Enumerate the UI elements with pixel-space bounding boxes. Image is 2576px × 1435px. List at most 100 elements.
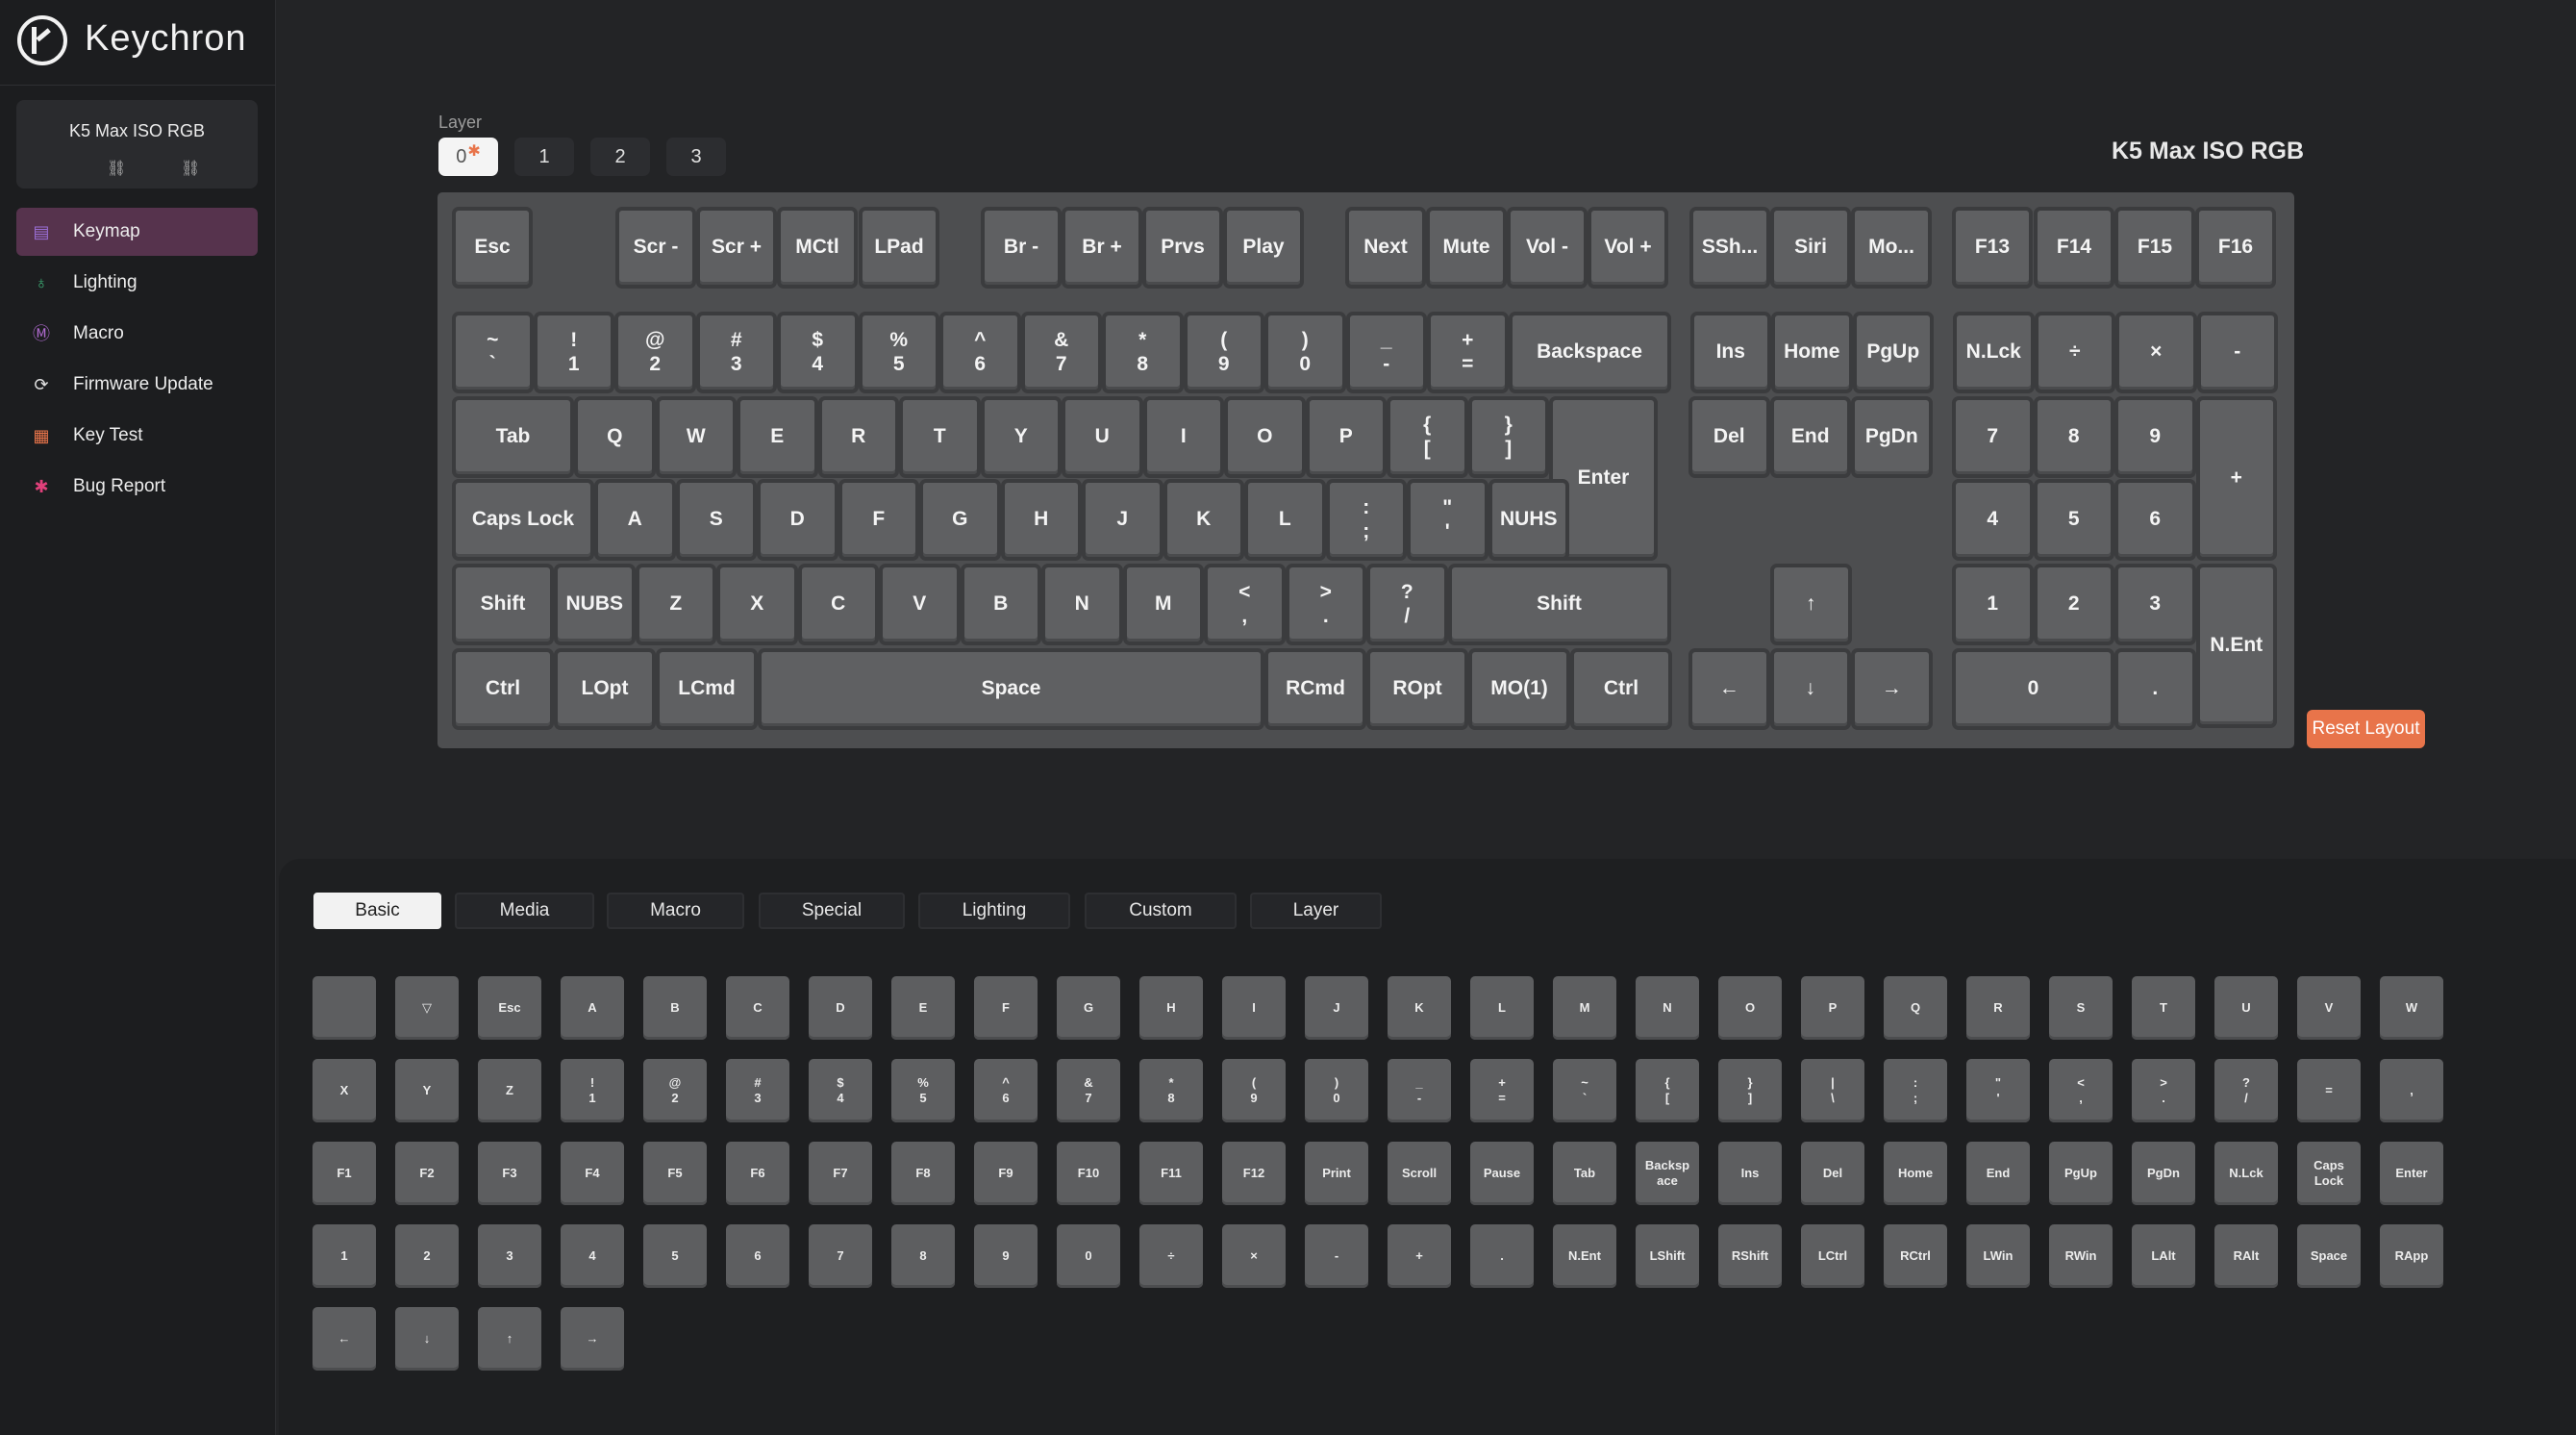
key-mo[interactable]: Mo... xyxy=(1851,207,1932,289)
palette-key-r[interactable]: R xyxy=(1966,976,2030,1040)
sidebar-item-macro[interactable]: Ⓜ Macro xyxy=(16,310,258,358)
palette-key-tab[interactable]: Tab xyxy=(1553,1142,1616,1205)
palette-key-pgup[interactable]: PgUp xyxy=(2049,1142,2113,1205)
palette-key-symbol[interactable]: → xyxy=(561,1307,624,1371)
key-ins[interactable]: Ins xyxy=(1689,312,1771,393)
key-br[interactable]: Br - xyxy=(981,207,1062,289)
key-backspace[interactable]: Backspace xyxy=(1508,312,1671,393)
key-5[interactable]: 5 xyxy=(2033,479,2114,561)
key-7[interactable]: 7 xyxy=(1952,396,2034,478)
key-1[interactable]: ! 1 xyxy=(533,312,614,393)
key-f[interactable]: F xyxy=(838,479,919,561)
key-nubs[interactable]: NUBS xyxy=(554,564,636,645)
key-0[interactable]: ) 0 xyxy=(1264,312,1346,393)
key-a[interactable]: A xyxy=(594,479,676,561)
palette-key-c[interactable]: C xyxy=(726,976,789,1040)
palette-key-caps-lock[interactable]: Caps Lock xyxy=(2297,1142,2361,1205)
palette-key-symbol[interactable]: + = xyxy=(1470,1059,1534,1122)
palette-key-f4[interactable]: F4 xyxy=(561,1142,624,1205)
palette-key-3[interactable]: # 3 xyxy=(726,1059,789,1122)
palette-key-s[interactable]: S xyxy=(2049,976,2113,1040)
palette-key-0[interactable]: ) 0 xyxy=(1305,1059,1368,1122)
key-3[interactable]: 3 xyxy=(2114,564,2196,645)
palette-key-7[interactable]: 7 xyxy=(809,1224,872,1288)
sidebar-item-firmware-update[interactable]: ⟳ Firmware Update xyxy=(16,361,258,409)
palette-key-2[interactable]: @ 2 xyxy=(643,1059,707,1122)
palette-key-9[interactable]: ( 9 xyxy=(1222,1059,1286,1122)
key-ropt[interactable]: ROpt xyxy=(1366,648,1468,730)
layer-button-0[interactable]: 0✱ xyxy=(438,138,498,176)
palette-key-1[interactable]: ! 1 xyxy=(561,1059,624,1122)
palette-key-e[interactable]: E xyxy=(891,976,955,1040)
palette-key-x[interactable]: X xyxy=(313,1059,376,1122)
key-4[interactable]: $ 4 xyxy=(777,312,859,393)
key-f16[interactable]: F16 xyxy=(2195,207,2276,289)
palette-key-n[interactable]: N xyxy=(1636,976,1699,1040)
palette-key-v[interactable]: V xyxy=(2297,976,2361,1040)
tab-basic[interactable]: Basic xyxy=(313,893,441,929)
key-siri[interactable]: Siri xyxy=(1770,207,1851,289)
palette-key-lwin[interactable]: LWin xyxy=(1966,1224,2030,1288)
key-symbol[interactable]: _ - xyxy=(1345,312,1427,393)
sidebar-item-keymap[interactable]: ▤ Keymap xyxy=(16,208,258,256)
palette-key-f12[interactable]: F12 xyxy=(1222,1142,1286,1205)
key-next[interactable]: Next xyxy=(1345,207,1426,289)
key-mute[interactable]: Mute xyxy=(1426,207,1507,289)
palette-key-symbol[interactable]: " ' xyxy=(1966,1059,2030,1122)
key-symbol[interactable]: → xyxy=(1851,648,1933,730)
key-1[interactable]: 1 xyxy=(1952,564,2034,645)
palette-key-0[interactable]: 0 xyxy=(1057,1224,1120,1288)
palette-key-space[interactable]: Space xyxy=(2297,1224,2361,1288)
palette-key-lctrl[interactable]: LCtrl xyxy=(1801,1224,1864,1288)
palette-key-j[interactable]: J xyxy=(1305,976,1368,1040)
key-lpad[interactable]: LPad xyxy=(859,207,939,289)
key-j[interactable]: J xyxy=(1082,479,1163,561)
key-lcmd[interactable]: LCmd xyxy=(656,648,758,730)
palette-key-pgdn[interactable]: PgDn xyxy=(2132,1142,2195,1205)
palette-key-lalt[interactable]: LAlt xyxy=(2132,1224,2195,1288)
palette-key-symbol[interactable]: _ - xyxy=(1388,1059,1451,1122)
key-w[interactable]: W xyxy=(655,396,737,478)
key-3[interactable]: # 3 xyxy=(695,312,777,393)
palette-key-ins[interactable]: Ins xyxy=(1718,1142,1782,1205)
tab-layer[interactable]: Layer xyxy=(1250,893,1382,929)
key-b[interactable]: B xyxy=(960,564,1041,645)
palette-key-q[interactable]: Q xyxy=(1884,976,1947,1040)
palette-key-4[interactable]: $ 4 xyxy=(809,1059,872,1122)
key-symbol[interactable]: { [ xyxy=(1387,396,1468,478)
palette-key-rapp[interactable]: RApp xyxy=(2380,1224,2443,1288)
palette-key-symbol[interactable]: < , xyxy=(2049,1059,2113,1122)
palette-key-l[interactable]: L xyxy=(1470,976,1534,1040)
palette-key-2[interactable]: 2 xyxy=(395,1224,459,1288)
device-card[interactable]: K5 Max ISO RGB ⛓ ⛓ xyxy=(16,100,258,189)
key-symbol[interactable]: ↑ xyxy=(1770,564,1852,645)
key-scr[interactable]: Scr - xyxy=(615,207,696,289)
palette-key-h[interactable]: H xyxy=(1139,976,1203,1040)
palette-key-symbol[interactable]: ? / xyxy=(2214,1059,2278,1122)
key-pgdn[interactable]: PgDn xyxy=(1851,396,1933,478)
key-symbol[interactable]: ← xyxy=(1688,648,1770,730)
palette-key-i[interactable]: I xyxy=(1222,976,1286,1040)
tab-special[interactable]: Special xyxy=(759,893,905,929)
palette-key-7[interactable]: & 7 xyxy=(1057,1059,1120,1122)
key-tab[interactable]: Tab xyxy=(452,396,574,478)
key-x[interactable]: X xyxy=(716,564,798,645)
palette-key-symbol[interactable]: ~ ` xyxy=(1553,1059,1616,1122)
layer-button-2[interactable]: 2 xyxy=(590,138,650,176)
palette-key-symbol[interactable]: ▽ xyxy=(395,976,459,1040)
key-5[interactable]: % 5 xyxy=(858,312,939,393)
palette-key-del[interactable]: Del xyxy=(1801,1142,1864,1205)
key-symbol[interactable]: . xyxy=(2114,648,2196,730)
palette-key-symbol[interactable]: > . xyxy=(2132,1059,2195,1122)
palette-key-f5[interactable]: F5 xyxy=(643,1142,707,1205)
palette-key-n-ent[interactable]: N.Ent xyxy=(1553,1224,1616,1288)
key-shift[interactable]: Shift xyxy=(452,564,554,645)
key-d[interactable]: D xyxy=(757,479,838,561)
key-4[interactable]: 4 xyxy=(1952,479,2034,561)
palette-key-home[interactable]: Home xyxy=(1884,1142,1947,1205)
palette-key-p[interactable]: P xyxy=(1801,976,1864,1040)
key-g[interactable]: G xyxy=(919,479,1001,561)
key-scr[interactable]: Scr + xyxy=(696,207,777,289)
palette-key-symbol[interactable]: { [ xyxy=(1636,1059,1699,1122)
key-n-ent[interactable]: N.Ent xyxy=(2195,564,2277,728)
